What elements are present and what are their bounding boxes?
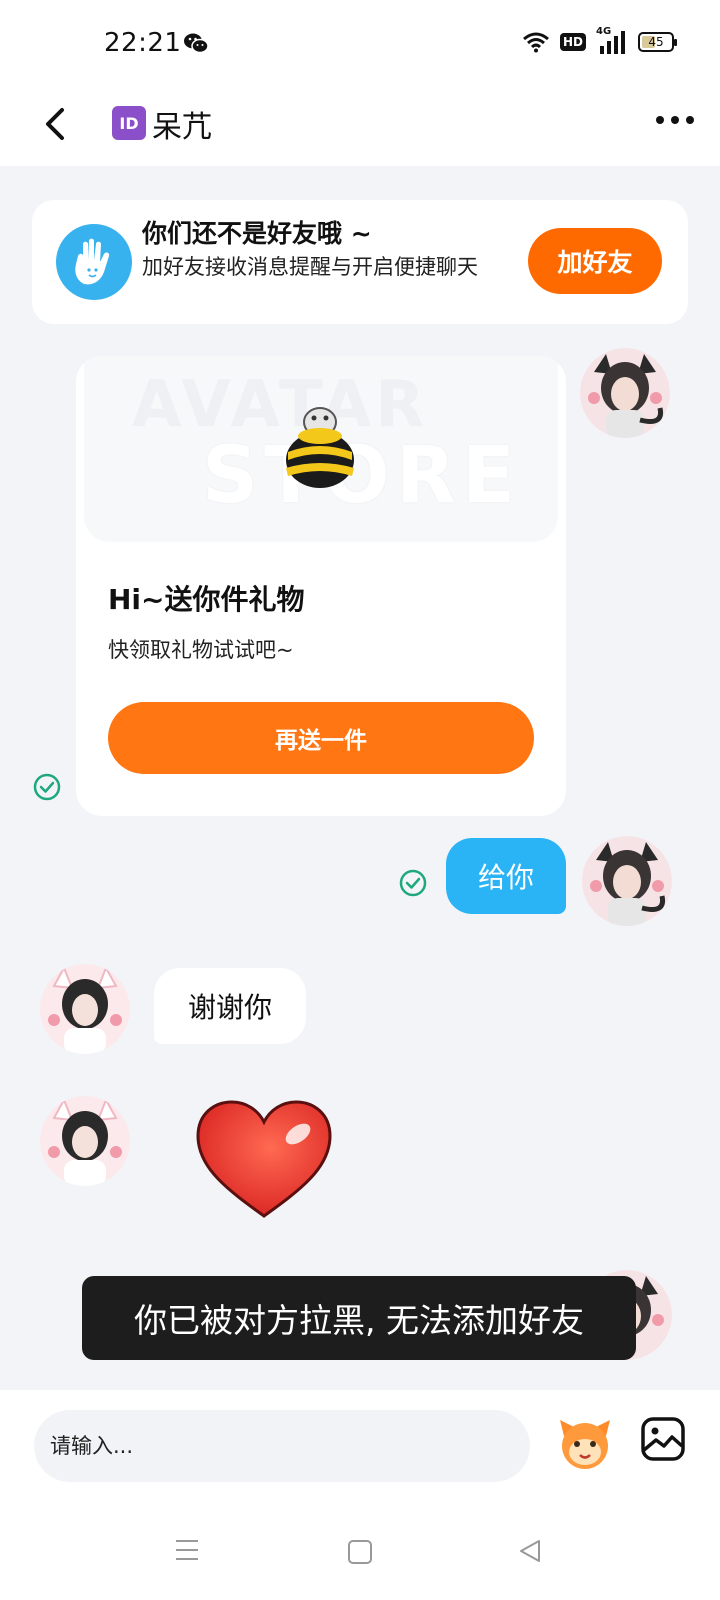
signal-icon: 4G — [596, 26, 628, 54]
gift-card[interactable]: AVATAR STORE Hi~送你件礼物 快领取礼物试试吧~ 再送一件 — [76, 356, 566, 816]
more-icon[interactable] — [656, 116, 694, 124]
chat-header: ID 呆芁 — [0, 86, 720, 166]
banner-description: 加好友接收消息提醒与开启便捷聊天 — [142, 255, 478, 279]
sent-message[interactable]: 给你 — [446, 838, 566, 914]
emoji-icon[interactable] — [556, 1414, 614, 1472]
send-another-gift-button[interactable]: 再送一件 — [108, 702, 534, 774]
gift-image: AVATAR STORE — [84, 356, 558, 542]
contact-avatar[interactable] — [40, 1096, 130, 1186]
image-icon[interactable] — [640, 1416, 686, 1462]
received-message[interactable]: 谢谢你 — [154, 968, 306, 1044]
read-check-icon — [399, 869, 427, 897]
status-time: 22:21 — [104, 28, 182, 58]
read-check-icon — [33, 773, 61, 801]
id-badge: ID — [112, 106, 146, 140]
chat-title: 呆芁 — [152, 110, 212, 145]
my-avatar[interactable] — [580, 348, 670, 438]
gift-title: Hi~送你件礼物 — [108, 583, 305, 616]
battery-icon: 45 — [638, 32, 677, 52]
wave-hand-icon — [56, 224, 132, 300]
status-icons: HD 4G 45 — [522, 26, 677, 54]
message-input[interactable] — [34, 1410, 530, 1482]
wifi-icon — [523, 32, 549, 53]
watermark-store: STORE — [202, 431, 522, 521]
wechat-icon — [184, 33, 209, 54]
system-nav-bar — [0, 1500, 720, 1600]
bee-gift-icon — [286, 407, 354, 488]
not-friend-banner: 你们还不是好友哦 ~ 加好友接收消息提醒与开启便捷聊天 加好友 — [32, 200, 688, 324]
my-avatar[interactable] — [582, 836, 672, 926]
menu-icon[interactable] — [174, 1538, 200, 1562]
gift-subtitle: 快领取礼物试试吧~ — [108, 638, 294, 662]
contact-avatar[interactable] — [40, 964, 130, 1054]
home-icon[interactable] — [348, 1540, 372, 1564]
banner-title: 你们还不是好友哦 ~ — [142, 219, 372, 248]
input-bar — [0, 1390, 720, 1500]
back-icon[interactable] — [518, 1538, 542, 1564]
add-friend-button[interactable]: 加好友 — [528, 228, 662, 294]
chevron-left-icon[interactable] — [36, 102, 76, 146]
blocked-toast: 你已被对方拉黑, 无法添加好友 — [82, 1276, 636, 1360]
status-bar: 22:21 HD 4G 45 — [0, 0, 720, 86]
battery-level: 45 — [648, 35, 664, 49]
hd-icon: HD — [559, 33, 586, 51]
heart-sticker[interactable] — [192, 1098, 336, 1222]
